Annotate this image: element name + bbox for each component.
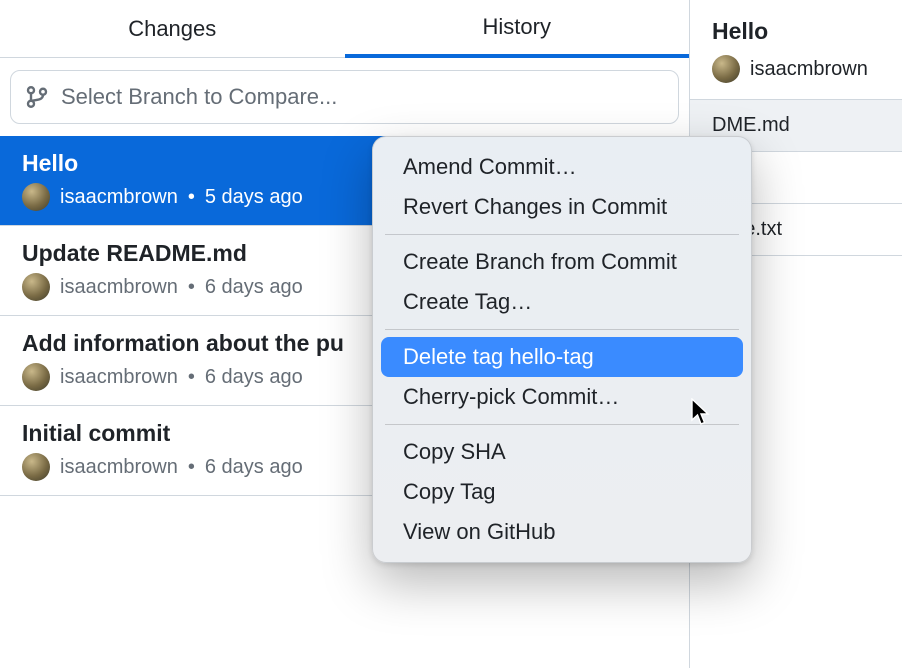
meta-sep: • (188, 186, 195, 209)
tab-changes[interactable]: Changes (0, 0, 345, 58)
meta-sep: • (188, 276, 195, 299)
menu-item[interactable]: Amend Commit… (381, 147, 743, 187)
detail-title: Hello (690, 18, 902, 55)
tabs: Changes History (0, 0, 689, 58)
commit-time: 6 days ago (205, 366, 303, 389)
menu-separator (385, 424, 739, 425)
menu-item[interactable]: Cherry-pick Commit… (381, 377, 743, 417)
compare-branch-selector[interactable]: Select Branch to Compare... (10, 70, 679, 124)
meta-sep: • (188, 456, 195, 479)
menu-item[interactable]: Copy SHA (381, 432, 743, 472)
compare-placeholder: Select Branch to Compare... (61, 84, 337, 110)
avatar (712, 55, 740, 83)
git-branch-icon (25, 85, 49, 109)
menu-item[interactable]: Delete tag hello-tag (381, 337, 743, 377)
commit-author: isaacmbrown (60, 456, 178, 479)
commit-time: 5 days ago (205, 186, 303, 209)
avatar (22, 453, 50, 481)
menu-item[interactable]: Revert Changes in Commit (381, 187, 743, 227)
commit-context-menu: Amend Commit…Revert Changes in Commit Cre… (372, 136, 752, 563)
avatar (22, 273, 50, 301)
menu-separator (385, 329, 739, 330)
commit-author: isaacmbrown (60, 276, 178, 299)
detail-author: isaacmbrown (690, 55, 902, 99)
commit-time: 6 days ago (205, 276, 303, 299)
avatar (22, 183, 50, 211)
menu-item[interactable]: Copy Tag (381, 472, 743, 512)
meta-sep: • (188, 366, 195, 389)
detail-author-name: isaacmbrown (750, 58, 868, 81)
menu-item[interactable]: Create Tag… (381, 282, 743, 322)
menu-item[interactable]: Create Branch from Commit (381, 242, 743, 282)
commit-author: isaacmbrown (60, 366, 178, 389)
tab-history[interactable]: History (345, 0, 690, 58)
commit-author: isaacmbrown (60, 186, 178, 209)
commit-time: 6 days ago (205, 456, 303, 479)
menu-separator (385, 234, 739, 235)
menu-item[interactable]: View on GitHub (381, 512, 743, 552)
avatar (22, 363, 50, 391)
